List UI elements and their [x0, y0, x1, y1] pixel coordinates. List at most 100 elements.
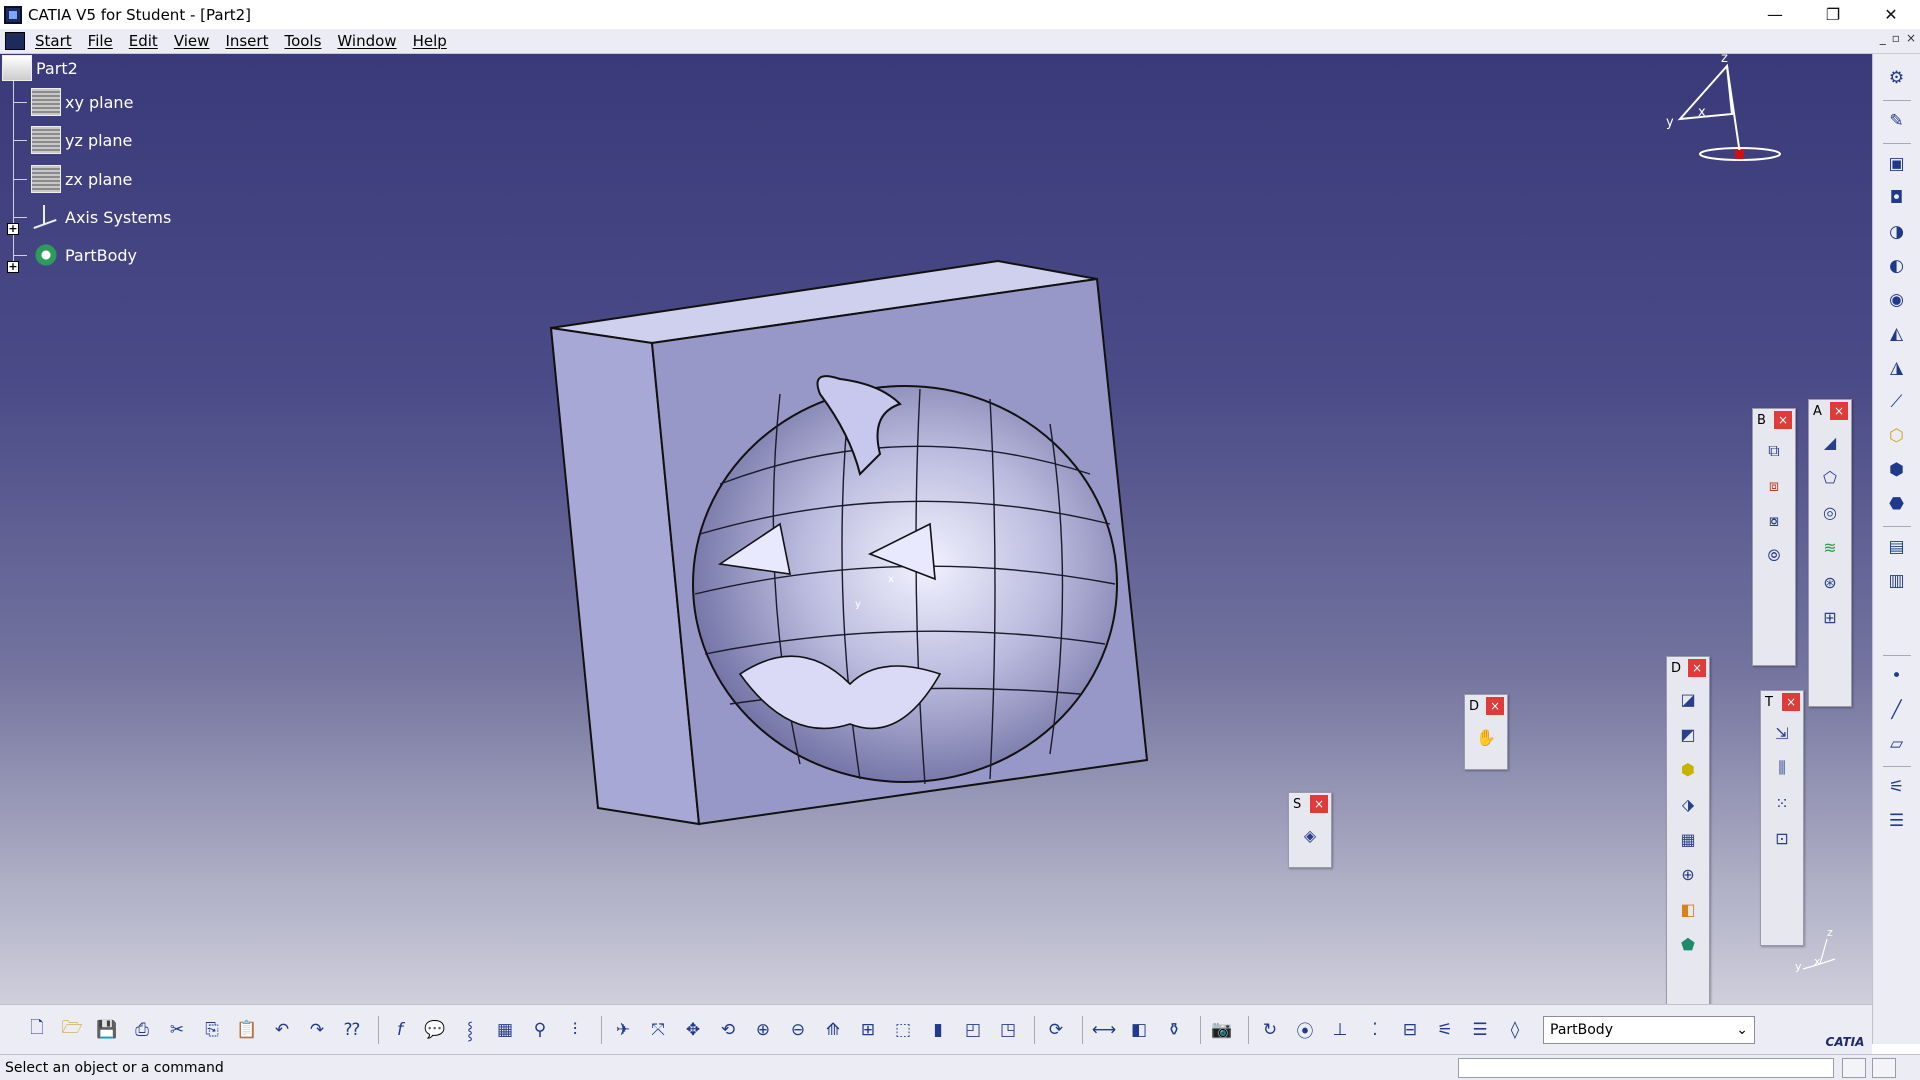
- removed-loft-icon[interactable]: ⬢: [1881, 456, 1913, 484]
- annotation-tool-icon[interactable]: ⊛: [1815, 567, 1845, 597]
- menu-start[interactable]: Start: [29, 32, 82, 50]
- doc-restore-icon[interactable]: ▫: [1892, 31, 1900, 45]
- thread-tool-icon[interactable]: ⊕: [1673, 859, 1703, 889]
- save-icon[interactable]: 💾: [92, 1015, 122, 1045]
- chamfer-tool-icon[interactable]: ◩: [1673, 719, 1703, 749]
- draft-tool-icon[interactable]: ✋: [1471, 722, 1501, 752]
- grid-snap-icon[interactable]: ⁚: [1360, 1015, 1390, 1045]
- multi-view-icon[interactable]: ⊞: [853, 1015, 883, 1045]
- render-style-icon[interactable]: ▮: [923, 1015, 953, 1045]
- restore-button[interactable]: ❐: [1804, 0, 1862, 29]
- pocket-icon[interactable]: ◘: [1881, 184, 1913, 212]
- axis-icon[interactable]: ⊥: [1325, 1015, 1355, 1045]
- menu-window[interactable]: Window: [331, 32, 406, 50]
- close-surface-tool-icon[interactable]: ◎: [1815, 497, 1845, 527]
- toolbar-close-icon[interactable]: ×: [1782, 693, 1800, 711]
- menu-insert[interactable]: Insert: [219, 32, 278, 50]
- measure-item-icon[interactable]: ◧: [1124, 1015, 1154, 1045]
- floating-toolbar-t[interactable]: T × ⇲ ⫼ ⁙ ⊡: [1760, 690, 1804, 946]
- new-file-icon[interactable]: 🗋: [22, 1015, 52, 1045]
- work-on-support-icon[interactable]: ⊟: [1395, 1015, 1425, 1045]
- plane-icon[interactable]: ▱: [1881, 730, 1913, 758]
- shell-tool-icon[interactable]: ⬗: [1673, 789, 1703, 819]
- settings-gear-icon[interactable]: ⚙: [1881, 64, 1913, 92]
- hide-show-icon[interactable]: ◰: [958, 1015, 988, 1045]
- toolbar-close-icon[interactable]: ×: [1310, 795, 1328, 813]
- fillet-tool-icon[interactable]: ◪: [1673, 684, 1703, 714]
- surface-tool-icon[interactable]: ◈: [1295, 820, 1325, 850]
- toolbar-close-icon[interactable]: ×: [1486, 697, 1504, 715]
- floating-toolbar-s[interactable]: S × ◈: [1288, 792, 1332, 868]
- assemble-tool-icon[interactable]: ⧉: [1759, 436, 1789, 466]
- sew-surface-tool-icon[interactable]: ≋: [1815, 532, 1845, 562]
- law-icon[interactable]: ⚲: [525, 1015, 555, 1045]
- pad-icon[interactable]: ▣: [1881, 150, 1913, 178]
- current-body-select[interactable]: PartBody ⌄: [1543, 1015, 1755, 1044]
- toolbar-close-icon[interactable]: ×: [1830, 402, 1848, 420]
- floating-toolbar-b[interactable]: B × ⧉ ⧈ ⧇ ⦾: [1752, 408, 1796, 666]
- parameters-icon[interactable]: ⫶: [560, 1015, 590, 1045]
- fly-mode-icon[interactable]: ✈: [608, 1015, 638, 1045]
- menu-view[interactable]: View: [168, 32, 220, 50]
- measure-between-icon[interactable]: ⟷: [1089, 1015, 1119, 1045]
- multi-section-icon[interactable]: ⬣: [1881, 490, 1913, 518]
- snap-icon[interactable]: ⦿: [1290, 1015, 1320, 1045]
- doc-close-icon[interactable]: ×: [1906, 31, 1916, 45]
- floating-toolbar-d-tall[interactable]: D × ◪ ◩ ⬢ ⬗ ▦ ⊕ ◧ ⬟: [1666, 656, 1710, 1004]
- start-menu-icon[interactable]: [5, 32, 25, 50]
- translate-tool-icon[interactable]: ⇲: [1767, 718, 1797, 748]
- scaling-tool-icon[interactable]: ⊡: [1767, 823, 1797, 853]
- command-input[interactable]: [1458, 1058, 1834, 1078]
- thickness-tool-icon[interactable]: ▦: [1673, 824, 1703, 854]
- add-body-tool-icon[interactable]: ⧈: [1759, 471, 1789, 501]
- floating-toolbar-d-small[interactable]: D × ✋: [1464, 694, 1508, 770]
- undo-icon[interactable]: ↶: [267, 1015, 297, 1045]
- minimize-button[interactable]: —: [1746, 0, 1804, 29]
- hole-icon[interactable]: ◉: [1881, 286, 1913, 314]
- constraint-icon[interactable]: ⚟: [1881, 773, 1913, 801]
- print-icon[interactable]: ⎙: [127, 1015, 157, 1045]
- measure-inertia-icon[interactable]: ⚱: [1159, 1015, 1189, 1045]
- open-folder-icon[interactable]: 🗁: [57, 1015, 87, 1045]
- remove-face-tool-icon[interactable]: ◧: [1673, 894, 1703, 924]
- cut-icon[interactable]: ✂: [162, 1015, 192, 1045]
- stiffener-icon[interactable]: ⟋: [1881, 388, 1913, 416]
- toolbar-close-icon[interactable]: ×: [1774, 411, 1792, 429]
- 3d-viewport[interactable]: Part2 xy plane yz plane zx plane + Axis …: [0, 54, 1872, 1004]
- insert-body-icon[interactable]: ▥: [1881, 567, 1913, 595]
- menu-help[interactable]: Help: [407, 32, 457, 50]
- update-icon[interactable]: ⟳: [1041, 1015, 1071, 1045]
- pattern-tool-icon[interactable]: ⁙: [1767, 788, 1797, 818]
- zoom-in-icon[interactable]: ⊕: [748, 1015, 778, 1045]
- iso-view-icon[interactable]: ⬚: [888, 1015, 918, 1045]
- rib-icon[interactable]: ◭: [1881, 320, 1913, 348]
- fit-all-icon[interactable]: ⤧: [643, 1015, 673, 1045]
- toolbar-close-icon[interactable]: ×: [1688, 659, 1706, 677]
- menu-file[interactable]: File: [82, 32, 123, 50]
- grid-tool-icon[interactable]: ⊞: [1815, 602, 1845, 632]
- loft-icon[interactable]: ⬡: [1881, 422, 1913, 450]
- zoom-out-icon[interactable]: ⊖: [783, 1015, 813, 1045]
- floating-toolbar-a[interactable]: A × ◢ ⬠ ◎ ≋ ⊛ ⊞: [1808, 399, 1852, 707]
- menu-edit[interactable]: Edit: [123, 32, 168, 50]
- design-table-icon[interactable]: ⸾: [455, 1015, 485, 1045]
- layer-icon[interactable]: ☰: [1881, 807, 1913, 835]
- mirror-tool-icon[interactable]: ⫼: [1767, 753, 1797, 783]
- pan-icon[interactable]: ✥: [678, 1015, 708, 1045]
- paste-icon[interactable]: 📋: [232, 1015, 262, 1045]
- capture-camera-icon[interactable]: 📷: [1207, 1015, 1237, 1045]
- swap-space-icon[interactable]: ◳: [993, 1015, 1023, 1045]
- menu-tools[interactable]: Tools: [278, 32, 331, 50]
- layer-filter-icon[interactable]: ☰: [1465, 1015, 1495, 1045]
- whats-this-icon[interactable]: ⁇: [337, 1015, 367, 1045]
- work-object-icon[interactable]: ◊: [1500, 1015, 1530, 1045]
- normal-view-icon[interactable]: ⟰: [818, 1015, 848, 1045]
- shaft-icon[interactable]: ◑: [1881, 218, 1913, 246]
- doc-minimize-icon[interactable]: _: [1880, 31, 1886, 45]
- replace-face-tool-icon[interactable]: ⬟: [1673, 929, 1703, 959]
- knowledge-advisor-icon[interactable]: 💬: [420, 1015, 450, 1045]
- thick-surface-tool-icon[interactable]: ⬠: [1815, 462, 1845, 492]
- draft-angle-tool-icon[interactable]: ⬢: [1673, 754, 1703, 784]
- slot-icon[interactable]: ◮: [1881, 354, 1913, 382]
- sketcher-icon[interactable]: ✎: [1881, 107, 1913, 135]
